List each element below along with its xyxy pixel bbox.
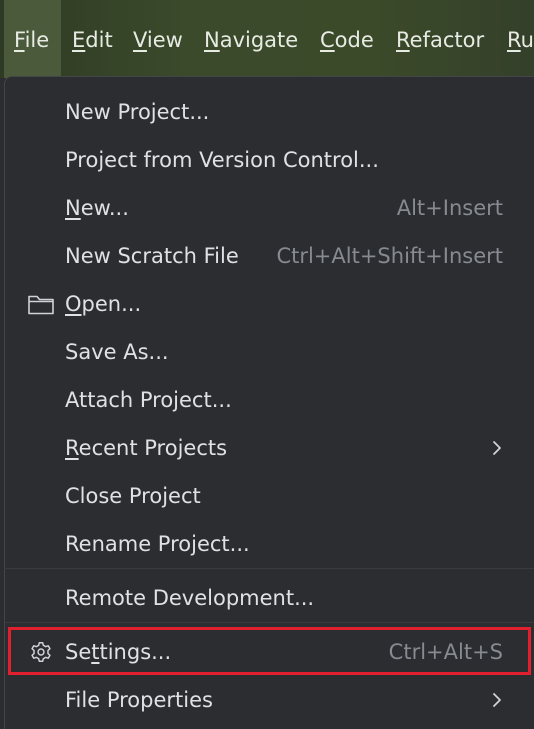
menu-bar: File Edit View Navigate Code Refactor Ru <box>0 0 534 78</box>
menu-item-new[interactable]: New... Alt+Insert <box>4 184 534 232</box>
menu-item-project-from-vcs[interactable]: Project from Version Control... <box>4 136 534 184</box>
menu-separator <box>4 622 534 623</box>
menu-item-rename-project[interactable]: Rename Project... <box>4 520 534 568</box>
folder-icon <box>28 295 54 315</box>
settings-highlight-box <box>8 627 531 675</box>
menu-item-save-as[interactable]: Save As... <box>4 328 534 376</box>
menu-view[interactable]: View <box>133 0 183 78</box>
menu-file[interactable]: File <box>4 0 61 78</box>
chevron-right-icon <box>493 441 501 455</box>
menu-run[interactable]: Ru <box>507 0 534 78</box>
menu-item-remote-development[interactable]: Remote Development... <box>4 574 534 622</box>
menu-navigate[interactable]: Navigate <box>204 0 298 78</box>
menu-edit[interactable]: Edit <box>72 0 113 78</box>
shortcut-new-scratch-file: Ctrl+Alt+Shift+Insert <box>276 244 503 268</box>
menu-item-open[interactable]: Open... <box>4 280 534 328</box>
menu-item-recent-projects[interactable]: Recent Projects <box>4 424 534 472</box>
menu-item-file-properties[interactable]: File Properties <box>4 676 534 724</box>
menu-separator <box>4 568 534 569</box>
shortcut-new: Alt+Insert <box>396 196 503 220</box>
menu-item-attach-project[interactable]: Attach Project... <box>4 376 534 424</box>
menu-item-new-project[interactable]: New Project... <box>4 88 534 136</box>
menu-item-new-scratch-file[interactable]: New Scratch File Ctrl+Alt+Shift+Insert <box>4 232 534 280</box>
menu-item-close-project[interactable]: Close Project <box>4 472 534 520</box>
menu-code[interactable]: Code <box>320 0 374 78</box>
menu-refactor[interactable]: Refactor <box>396 0 484 78</box>
chevron-right-icon <box>493 693 501 707</box>
